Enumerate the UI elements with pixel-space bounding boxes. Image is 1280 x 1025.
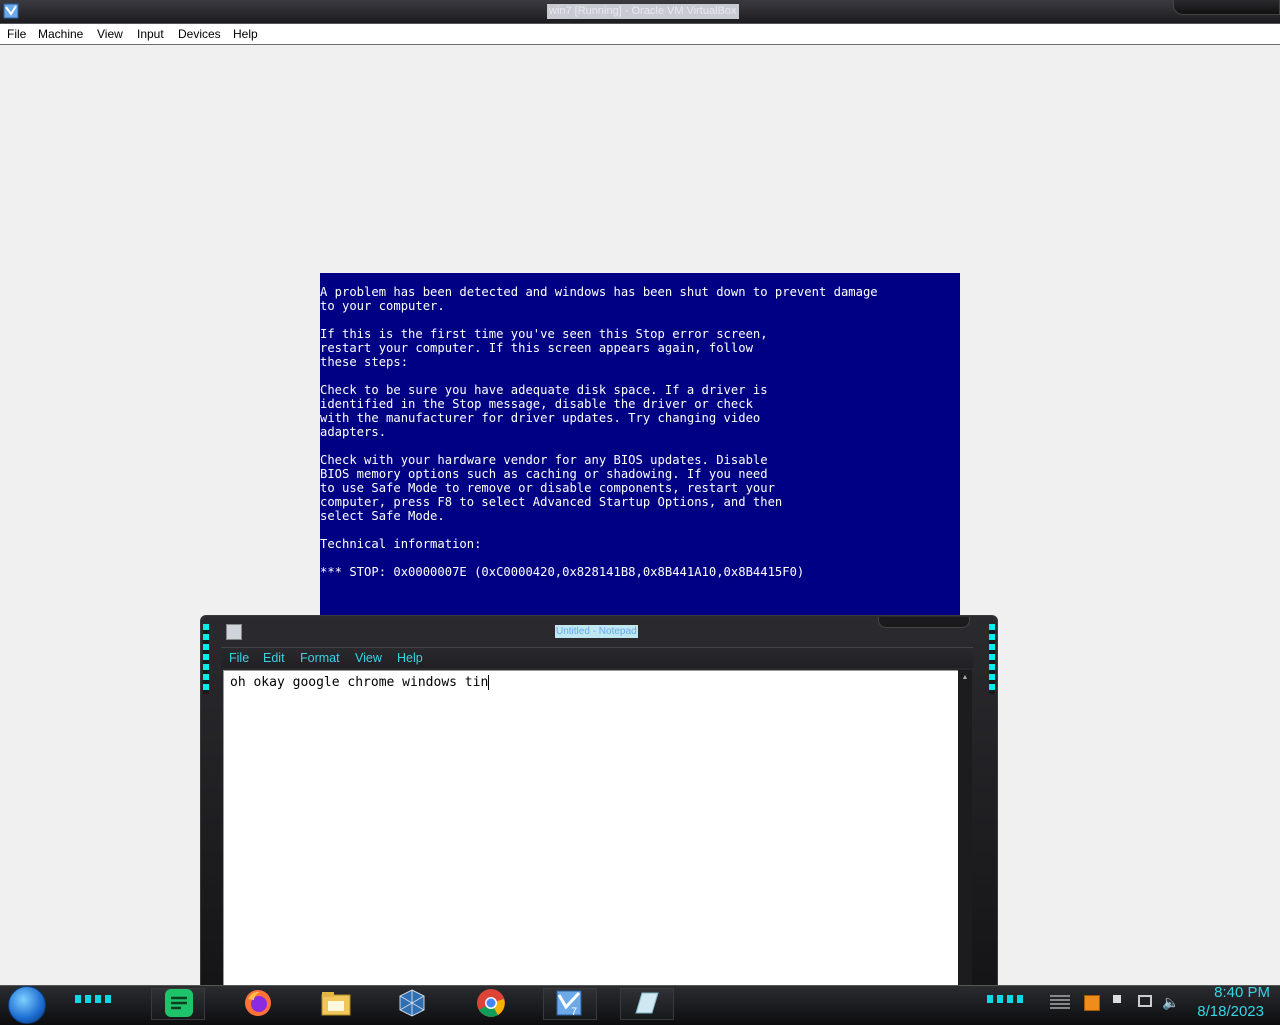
notepad-title: Untitled - Notepad bbox=[555, 625, 638, 638]
vbox-menu-help[interactable]: Help bbox=[233, 27, 258, 41]
taskbar-decoration-left bbox=[75, 995, 115, 1003]
virtualbox-taskbar-icon[interactable] bbox=[396, 987, 428, 1019]
start-button[interactable] bbox=[8, 986, 46, 1024]
notepad-menu-format[interactable]: Format bbox=[300, 651, 340, 665]
clock-date[interactable]: 8/18/2023 bbox=[1176, 1003, 1264, 1021]
notepad-window-controls[interactable] bbox=[878, 617, 970, 628]
virtualbox-icon bbox=[3, 3, 19, 19]
frame-glow-right bbox=[989, 624, 995, 694]
vbox-menu-input[interactable]: Input bbox=[137, 27, 164, 41]
svg-text:7: 7 bbox=[571, 1006, 577, 1018]
notes-app-icon[interactable] bbox=[163, 987, 195, 1019]
show-hidden-icons-icon[interactable] bbox=[1050, 995, 1070, 1009]
vbox-window-title: win7 [Running] - Oracle VM VirtualBox bbox=[547, 4, 739, 19]
vbox-menubar: File Machine View Input Devices Help bbox=[0, 24, 1280, 45]
text-caret bbox=[488, 675, 490, 690]
vbox-menu-view[interactable]: View bbox=[97, 27, 123, 41]
notepad-menu-file[interactable]: File bbox=[229, 651, 249, 665]
win7-vm-icon[interactable]: 7 bbox=[553, 987, 585, 1019]
window-controls[interactable] bbox=[1173, 0, 1280, 15]
network-icon[interactable] bbox=[1138, 995, 1152, 1007]
vbox-titlebar: win7 [Running] - Oracle VM VirtualBox bbox=[0, 0, 1280, 24]
chrome-icon[interactable] bbox=[475, 987, 507, 1019]
notepad-menu-help[interactable]: Help bbox=[397, 651, 423, 665]
notepad-menu-edit[interactable]: Edit bbox=[263, 651, 285, 665]
notepad-icon bbox=[226, 624, 242, 640]
action-center-flag-icon[interactable] bbox=[1113, 995, 1125, 1003]
vbox-menu-devices[interactable]: Devices bbox=[178, 27, 221, 41]
volume-icon[interactable]: 🔈 bbox=[1162, 995, 1179, 1009]
app-tray-icon[interactable] bbox=[1084, 995, 1100, 1011]
notepad-content: oh okay google chrome windows tin bbox=[230, 675, 489, 690]
file-explorer-icon[interactable] bbox=[320, 987, 352, 1019]
blue-screen: A problem has been detected and windows … bbox=[320, 273, 960, 618]
notepad-scrollbar[interactable] bbox=[958, 670, 972, 990]
taskbar-decoration-right bbox=[987, 995, 1027, 1003]
vbox-menu-machine[interactable]: Machine bbox=[38, 27, 83, 41]
notepad-menubar: File Edit Format View Help bbox=[221, 647, 973, 668]
notepad-menu-view[interactable]: View bbox=[355, 651, 382, 665]
vbox-menu-file[interactable]: File bbox=[7, 27, 26, 41]
scroll-up-arrow-icon[interactable]: ▲ bbox=[961, 674, 969, 682]
bsod-message: A problem has been detected and windows … bbox=[320, 285, 878, 579]
frame-glow-left bbox=[203, 624, 209, 694]
notepad-text-area[interactable]: oh okay google chrome windows tin bbox=[223, 670, 960, 992]
firefox-icon[interactable] bbox=[242, 987, 274, 1019]
notepad-taskbar-icon[interactable] bbox=[630, 987, 662, 1019]
clock-time[interactable]: 8:40 PM bbox=[1186, 984, 1270, 1002]
